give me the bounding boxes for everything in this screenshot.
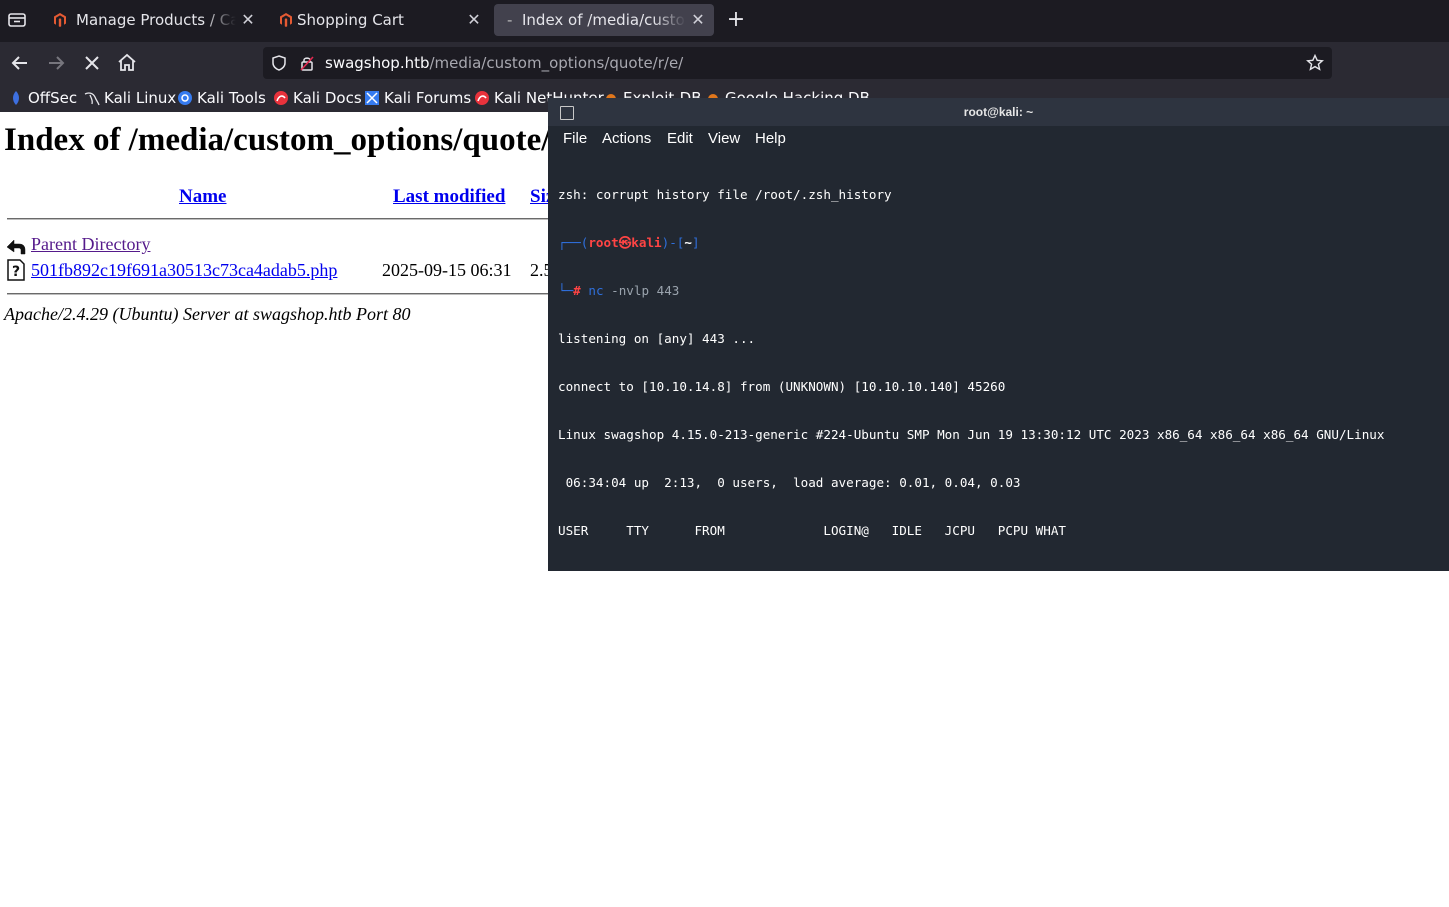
tab-shopping-cart[interactable]: Shopping Cart ✕ (268, 4, 490, 36)
navigation-bar: swagshop.htb/media/custom_options/quote/… (0, 42, 1449, 84)
kali-dragon-icon (84, 92, 100, 106)
terminal-line: Linux swagshop 4.15.0-213-generic #224-U… (558, 427, 1385, 442)
svg-text:?: ? (12, 264, 20, 280)
prompt-line-2: └─# nc -nvlp 443 (558, 283, 680, 298)
terminal-line: zsh: corrupt history file /root/.zsh_his… (558, 187, 892, 202)
menu-actions[interactable]: Actions (602, 130, 651, 147)
magento-icon (280, 13, 292, 27)
menu-file[interactable]: File (563, 130, 587, 147)
back-arrow-icon (6, 239, 26, 255)
terminal-line: bash: cannot set terminal process group … (558, 619, 1150, 634)
back-arrow-icon[interactable] (8, 51, 32, 75)
terminal-input-line[interactable]: www-data@swagshop:/$ (558, 859, 1444, 875)
server-signature: Apache/2.4.29 (Ubuntu) Server at swagsho… (4, 304, 411, 324)
new-tab-icon[interactable]: + (725, 6, 747, 34)
close-icon[interactable]: ✕ (466, 4, 482, 36)
stop-icon[interactable] (80, 51, 104, 75)
terminal-line: bash: no job control in this shell (558, 667, 816, 682)
divider (7, 218, 567, 220)
bookmark-kali-linux[interactable]: Kali Linux (84, 88, 176, 108)
kali-forums-icon (365, 91, 379, 105)
forward-arrow-icon[interactable] (44, 51, 68, 75)
bookmark-kali-forums[interactable]: Kali Forums (364, 88, 471, 108)
menu-edit[interactable]: Edit (667, 130, 693, 147)
loading-icon: - (507, 11, 513, 29)
url-text[interactable]: swagshop.htb/media/custom_options/quote/… (325, 47, 683, 79)
tab-manage-products[interactable]: Manage Products / Catalog ✕ (42, 4, 264, 36)
page-title: Index of /media/custom_options/quote/r/e (4, 122, 589, 158)
column-name-link[interactable]: Name (179, 186, 226, 208)
tab-bar: Manage Products / Catalog ✕ Shopping Car… (0, 0, 1449, 42)
terminal-titlebar[interactable]: root@kali: ~ (548, 98, 1449, 126)
insecure-lock-icon[interactable] (299, 55, 315, 71)
bookmark-offsec[interactable]: OffSec (8, 88, 77, 108)
bookmark-kali-tools[interactable]: Kali Tools (177, 88, 266, 108)
terminal-line: connect to [10.10.14.8] from (UNKNOWN) [… (558, 379, 1006, 394)
parent-directory-link[interactable]: Parent Directory (31, 234, 150, 255)
terminal-line: uid=33(www-data) gid=33(www-data) groups… (558, 571, 960, 586)
terminal-line: listening on [any] 443 ... (558, 331, 756, 346)
file-date: 2025-09-15 06:31 (382, 260, 512, 280)
magento-icon (54, 13, 66, 27)
kali-tools-icon (178, 91, 192, 105)
tab-title: Manage Products / Catalog (76, 11, 236, 29)
terminal-line: whoami (558, 763, 604, 778)
terminal-menubar: File Actions Edit View Help (548, 126, 1449, 152)
url-bar[interactable]: swagshop.htb/media/custom_options/quote/… (263, 47, 1332, 79)
kali-docs-icon (274, 91, 288, 105)
bookmark-star-icon[interactable] (1306, 54, 1324, 72)
terminal-line: 06:34:04 up 2:13, 0 users, load average:… (558, 475, 1021, 490)
tab-title: Index of /media/custom_options (522, 11, 686, 29)
menu-help[interactable]: Help (755, 130, 786, 147)
terminal-output[interactable]: zsh: corrupt history file /root/.zsh_his… (558, 155, 1444, 907)
bookmark-kali-docs[interactable]: Kali Docs (273, 88, 362, 108)
terminal-title: root@kali: ~ (963, 105, 1034, 119)
menu-view[interactable]: View (708, 130, 740, 147)
terminal-window[interactable]: root@kali: ~ File Actions Edit View Help… (548, 98, 1449, 874)
kali-nethunter-icon (475, 91, 489, 105)
close-icon[interactable]: ✕ (690, 4, 706, 36)
tab-title: Shopping Cart (297, 11, 404, 29)
home-icon[interactable] (115, 51, 139, 75)
shield-icon[interactable] (271, 55, 287, 71)
tab-list-icon[interactable] (6, 10, 28, 30)
offsec-icon (13, 91, 19, 105)
column-last-modified-link[interactable]: Last modified (393, 186, 505, 208)
terminal-line: www-data@swagshop:/$ whoami (558, 715, 763, 730)
divider (7, 293, 567, 295)
prompt-line-1: ┌──(root㉿kali)-[~] (558, 235, 700, 250)
file-link[interactable]: 501fb892c19f691a30513c73ca4adab5.php (31, 260, 337, 281)
terminal-line: USER TTY FROM LOGIN@ IDLE JCPU PCPU WHAT (558, 523, 1066, 538)
tab-index-of[interactable]: - Index of /media/custom_options ✕ (494, 4, 714, 36)
unknown-file-icon: ? (7, 259, 25, 281)
text-cursor (717, 859, 726, 873)
terminal-line: www-data (558, 811, 619, 826)
close-icon[interactable]: ✕ (240, 4, 256, 36)
